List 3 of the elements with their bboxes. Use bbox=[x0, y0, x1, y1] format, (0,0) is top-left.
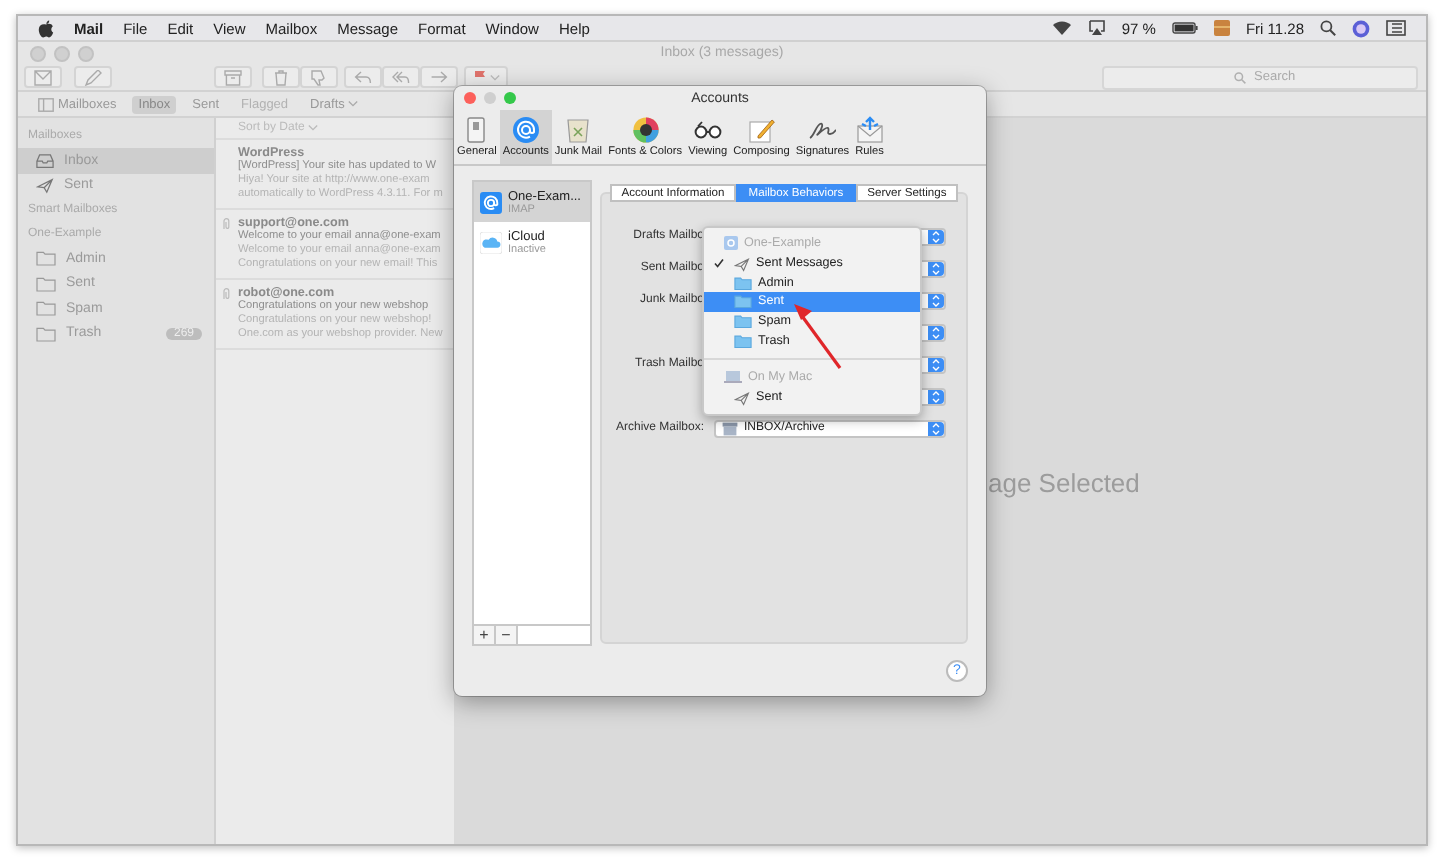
list-button[interactable]: + bbox=[474, 626, 496, 644]
empty-state-text: age Selected bbox=[988, 468, 1140, 498]
list-button[interactable]: − bbox=[496, 626, 518, 644]
